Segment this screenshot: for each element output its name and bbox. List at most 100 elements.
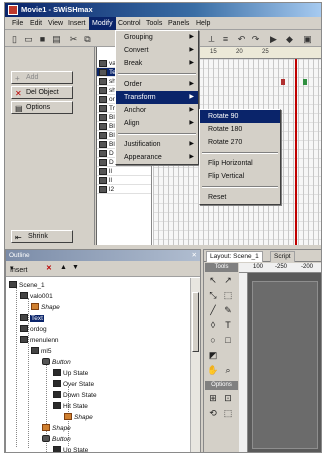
undo-icon[interactable]: ↶ [235,32,248,45]
menu-help[interactable]: Help [193,17,213,30]
menu-item-rotate-270[interactable]: Rotate 270 [200,136,280,149]
outline-node[interactable]: Up State [53,368,88,379]
export-icon[interactable]: ◆ [283,32,296,45]
snap-icon[interactable]: ⊞ [206,392,220,405]
tab-script[interactable]: Script [270,251,295,262]
rotate-option-icon[interactable]: ⟲ [206,407,220,420]
menu-item-anchor[interactable]: Anchor ▶ [116,104,198,117]
outline-node-label: Scene_1 [19,282,45,289]
transform-icon[interactable]: ⟂ [205,32,218,45]
outline-toolbar: Insert ▾ ✕ ▲ ▼ [6,261,200,277]
outline-node[interactable]: Scene_1 [9,280,45,291]
outline-node[interactable]: Text [20,313,44,324]
hand-icon[interactable]: ✋ [206,364,220,377]
shrink-button[interactable]: ⇤ Shrink [11,230,73,243]
close-icon[interactable]: ✕ [192,250,197,261]
ellipse-icon[interactable]: ○ [206,334,220,347]
outline-node[interactable]: Button [42,434,71,445]
grid-icon[interactable]: ⊡ [221,392,235,405]
move-down-icon[interactable]: ▼ [72,264,79,271]
fill-transform-icon[interactable]: ⬚ [221,289,235,302]
menu-control[interactable]: Control [115,17,144,30]
menu-item-flip-vertical[interactable]: Flip Vertical [200,170,280,183]
outline-scrollbar[interactable] [190,278,200,452]
autoshape-icon[interactable]: ◩ [206,349,220,362]
outline-node-label: valo001 [30,293,53,300]
outline-node[interactable]: Hit State [53,401,88,412]
save-icon[interactable]: ■ [36,32,49,45]
keyframe-marker[interactable] [281,79,285,85]
menu-item-rotate-180[interactable]: Rotate 180 [200,123,280,136]
menu-item-break[interactable]: Break ▶ [116,57,198,70]
outline-node[interactable]: Over State [53,379,94,390]
open-folder-icon[interactable]: ▭ [22,32,35,45]
menu-tools[interactable]: Tools [143,17,165,30]
menu-modify[interactable]: Modify [89,17,116,30]
outline-node[interactable]: valo001 [20,291,53,302]
shape-icon [31,303,39,310]
outline-node[interactable]: Shape [64,412,93,423]
outline-node[interactable]: Up State [53,445,88,452]
object-icon [99,114,107,121]
menu-item-rotate-90[interactable]: Rotate 90 [200,110,280,123]
menu-item-reset[interactable]: Reset [200,191,280,204]
outline-node-label: Up State [63,370,89,377]
timeline-row[interactable]: l2 [97,185,151,194]
text-icon [20,314,28,321]
timeline-playhead[interactable] [295,59,297,245]
options-button[interactable]: ▤ Options [11,101,73,114]
scrollbar-thumb[interactable] [192,292,199,352]
align-icon[interactable]: ≡ [219,32,232,45]
pencil-icon[interactable]: ✎ [221,304,235,317]
menu-item-grouping[interactable]: Grouping ▶ [116,31,198,44]
stage-canvas[interactable]: 100 -250 -200 [239,263,321,452]
menu-panels[interactable]: Panels [165,17,192,30]
horizontal-ruler: 100 -250 -200 [239,263,321,273]
menu-item-convert[interactable]: Convert ▶ [116,44,198,57]
keyframe-marker[interactable] [303,79,307,85]
menu-item-justification[interactable]: Justification ▶ [116,138,198,151]
cut-icon[interactable]: ✂ [67,32,80,45]
play-icon[interactable]: ▶ [267,32,280,45]
stage-area[interactable] [252,281,318,449]
object-icon [99,123,107,130]
outline-node[interactable]: ordog [20,324,47,335]
tab-layout[interactable]: Layout: Scene_1 [206,251,263,262]
timeline-row[interactable]: ll [97,167,151,176]
add-button[interactable]: + Add [11,71,73,84]
menu-insert[interactable]: Insert [65,17,89,30]
outline-node[interactable]: Shape [42,423,71,434]
bezier-icon[interactable]: ◊ [206,319,220,332]
print-icon[interactable]: ▤ [50,32,63,45]
outline-node[interactable]: ml5 [31,346,51,357]
timeline-row[interactable]: ll [97,176,151,185]
more-tools-icon[interactable]: ▣ [301,32,314,45]
redo-icon[interactable]: ↷ [249,32,262,45]
menu-file[interactable]: File [9,17,26,30]
menu-item-flip-horizontal[interactable]: Flip Horizontal [200,157,280,170]
zoom-icon[interactable]: ⌕ [221,364,235,377]
select-arrow-icon[interactable]: ↖ [206,274,220,287]
del-object-button[interactable]: ✕ Del Object [11,86,73,99]
line-icon[interactable]: ╱ [206,304,220,317]
subselect-icon[interactable]: ↗ [221,274,235,287]
menu-item-appearance[interactable]: Appearance ▶ [116,151,198,164]
move-up-icon[interactable]: ▲ [60,264,67,271]
rectangle-icon[interactable]: □ [221,334,235,347]
delete-icon[interactable]: ✕ [46,264,52,272]
insert-dropdown[interactable]: Insert ▾ [10,264,28,274]
outline-node[interactable]: Button [42,357,71,368]
text-tool-icon[interactable]: T [221,319,235,332]
reshape-icon[interactable]: ⤡ [206,289,220,302]
skew-option-icon[interactable]: ⬚ [221,407,235,420]
menu-item-transform[interactable]: Transform ▶ [116,91,198,104]
copy-icon[interactable]: ⧉ [81,32,94,45]
menu-edit[interactable]: Edit [27,17,45,30]
outline-node[interactable]: Down State [53,390,97,401]
menu-item-align[interactable]: Align ▶ [116,117,198,130]
new-file-icon[interactable]: ▯ [8,32,21,45]
outline-node[interactable]: Shape [31,302,60,313]
menu-item-order[interactable]: Order ▶ [116,78,198,91]
outline-node[interactable]: menulenn [20,335,59,346]
menu-view[interactable]: View [45,17,66,30]
